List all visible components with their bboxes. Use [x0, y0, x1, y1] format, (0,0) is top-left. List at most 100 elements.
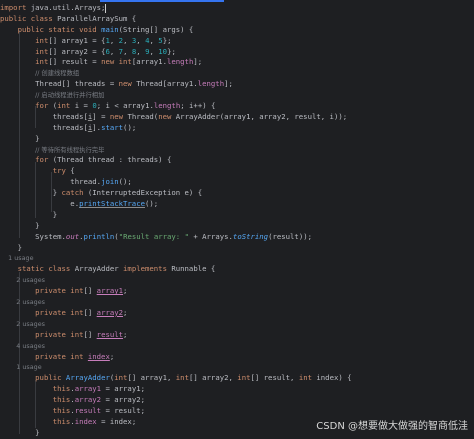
code-token: [] array2, [188, 373, 238, 383]
code-token: Thread[array1. [136, 79, 198, 89]
usage-hint[interactable]: 2 usages [0, 275, 474, 286]
code-string: "Result array: " [118, 231, 189, 241]
code-token: result [74, 405, 102, 415]
code-token: int [298, 373, 317, 383]
code-line[interactable]: int[] array1 = {1, 2, 3, 4, 5}; [0, 36, 474, 47]
code-token: [array1. [131, 57, 167, 67]
code-line[interactable]: public ArrayAdder(int[] array1, int[] ar… [0, 373, 474, 384]
usage-count[interactable]: 2 usages [16, 320, 45, 328]
code-line[interactable]: try { [0, 166, 474, 177]
code-token: < array1. [109, 101, 154, 111]
code-token: Thread[] threads = [35, 79, 119, 89]
code-line[interactable]: int[] array2 = {6, 7, 8, 9, 10}; [0, 47, 474, 58]
code-token: array2 [96, 307, 124, 317]
code-token: threads[ [52, 122, 88, 132]
code-line[interactable]: } [0, 210, 474, 221]
code-token: [] result = [48, 57, 102, 67]
code-token: [] result, [250, 373, 299, 383]
code-token: out [65, 231, 80, 241]
usage-hint[interactable]: 4 usages [0, 341, 474, 352]
code-line[interactable]: public static void main(String[] args) { [0, 25, 474, 36]
code-token: [] array1, [127, 373, 176, 383]
code-token: (String[] args) { [118, 24, 194, 34]
code-token: start [101, 122, 124, 132]
code-token: java.util.Arrays; [30, 3, 106, 12]
code-token: { [70, 166, 75, 176]
code-line[interactable]: private int[] result; [0, 330, 474, 341]
watermark: CSDN @想要做大做强的智商低洼 [316, 421, 468, 432]
code-token: = array2; [101, 395, 145, 405]
code-line[interactable]: private int[] array2; [0, 308, 474, 319]
code-token: implements [123, 264, 172, 274]
code-line[interactable]: // 等待所有线程执行完毕 [0, 145, 474, 156]
code-token: [] array1 = { [48, 35, 106, 45]
usage-hint[interactable]: 2 usages [0, 297, 474, 308]
code-token: index [87, 351, 110, 361]
code-token: ]; [193, 57, 203, 67]
code-line[interactable]: System.out.println("Result array: " + Ar… [0, 232, 474, 243]
code-token: int [35, 35, 49, 45]
code-token: [] [83, 329, 97, 339]
code-token: new [158, 111, 176, 121]
code-token: try [52, 166, 71, 176]
code-line[interactable]: Thread[] threads = new Thread[array1.len… [0, 79, 474, 90]
code-token: length [197, 79, 225, 89]
usage-count[interactable]: 4 usages [16, 342, 45, 350]
code-token: 10 [158, 46, 168, 56]
code-token: printStackTrace [79, 199, 145, 209]
usage-count[interactable]: 1 usage [8, 254, 33, 262]
code-token: , [109, 35, 119, 45]
code-token: ]; [224, 79, 233, 89]
code-line[interactable]: thread.join(); [0, 177, 474, 188]
code-line[interactable]: this.array1 = array1; [0, 384, 474, 395]
code-token: , [123, 35, 132, 45]
code-line[interactable]: private int[] array1; [0, 286, 474, 297]
text-cursor [105, 3, 107, 13]
code-token: for [35, 155, 53, 165]
code-token: private int [35, 307, 84, 317]
code-token: println [83, 231, 115, 241]
editor-tab-strip [0, 0, 474, 2]
usage-count[interactable]: 2 usages [16, 298, 45, 306]
usage-hint[interactable]: 1 usage [0, 253, 474, 264]
code-line[interactable]: threads[i] = new Thread(new ArrayAdder(a… [0, 112, 474, 123]
code-line[interactable]: for (Thread thread : threads) { [0, 155, 474, 166]
usage-hint[interactable]: 2 usages [0, 319, 474, 330]
code-token: }; [167, 46, 176, 56]
code-token: this [52, 416, 71, 426]
code-token: Runnable { [171, 264, 216, 274]
code-line[interactable]: } catch (InterruptedException e) { [0, 188, 474, 199]
code-line[interactable]: } [0, 243, 474, 254]
code-line[interactable]: for (int i = 0; i < array1.length; i++) … [0, 101, 474, 112]
code-line[interactable]: } [0, 134, 474, 145]
usage-count[interactable]: 1 usage [16, 363, 41, 371]
code-line[interactable]: int[] result = new int[array1.length]; [0, 57, 474, 68]
code-comment: // 启动线程进行并行相加 [35, 92, 105, 100]
code-token: (); [145, 199, 159, 209]
code-token: length [166, 57, 194, 67]
code-token: ; [96, 101, 106, 111]
code-editor[interactable]: import java.util.Arrays; public class Pa… [0, 3, 474, 439]
code-token: new [109, 111, 128, 121]
code-line[interactable]: public class ParallelArraySum { [0, 14, 474, 25]
usage-count[interactable]: 2 usages [16, 276, 45, 284]
code-line[interactable]: static class ArrayAdder implements Runna… [0, 264, 474, 275]
code-line[interactable]: private int index; [0, 352, 474, 363]
code-line[interactable]: this.result = result; [0, 406, 474, 417]
code-line[interactable]: // 创建线程数组 [0, 68, 474, 79]
code-token: index [74, 416, 97, 426]
code-line[interactable]: threads[i].start(); [0, 123, 474, 134]
code-line[interactable]: e.printStackTrace(); [0, 199, 474, 210]
code-line[interactable]: } [0, 221, 474, 232]
code-token: private int [35, 351, 88, 361]
code-token: ] = [92, 111, 110, 121]
code-line[interactable]: this.array2 = array2; [0, 395, 474, 406]
code-token: private int [35, 329, 84, 339]
usage-hint[interactable]: 1 usage [0, 362, 474, 373]
code-token: [] array2 = { [48, 46, 106, 56]
code-token: ; [123, 307, 128, 317]
code-line[interactable]: // 启动线程进行并行相加 [0, 90, 474, 101]
code-token: , [136, 35, 146, 45]
code-line[interactable]: import java.util.Arrays; [0, 3, 474, 14]
code-token: } [35, 133, 40, 143]
